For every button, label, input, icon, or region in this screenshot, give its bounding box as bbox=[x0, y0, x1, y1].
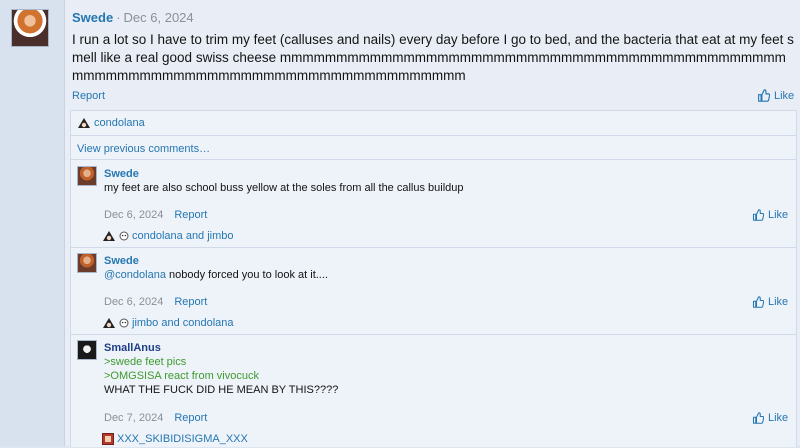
greentext-line: >OMGSISA react from vivocuck bbox=[104, 370, 259, 382]
report-link[interactable]: Report bbox=[174, 412, 207, 424]
report-link[interactable]: Report bbox=[174, 296, 207, 308]
comment-author[interactable]: SmallAnus bbox=[104, 342, 161, 354]
reaction-avatar-icon bbox=[119, 230, 129, 242]
comment-text: my feet are also school buss yellow at t… bbox=[104, 182, 464, 194]
like-label: Like bbox=[768, 209, 789, 221]
thumbs-up-icon bbox=[752, 296, 764, 308]
post: Swede · Dec 6, 2024 I run a lot so I have … bbox=[0, 0, 800, 447]
mention-link[interactable]: @condolana bbox=[104, 269, 166, 281]
reaction-avatar-icon bbox=[102, 230, 116, 242]
likes-summary[interactable]: condolana bbox=[77, 117, 145, 129]
reaction-avatar-icon bbox=[119, 317, 129, 329]
likers-text[interactable]: XXX_SKIBIDISIGMA_XXX bbox=[117, 433, 248, 445]
reaction-avatar-icon bbox=[77, 117, 91, 129]
like-button[interactable]: Like bbox=[752, 209, 788, 221]
like-button[interactable]: Like bbox=[757, 89, 794, 102]
comment-text-body: nobody forced you to look at it.... bbox=[165, 269, 328, 281]
view-previous-comments-link[interactable]: View previous comments… bbox=[77, 143, 210, 155]
post-sidebar bbox=[0, 0, 65, 446]
reaction-avatar-icon bbox=[102, 317, 116, 329]
post-body: I run a lot so I have to trim my feet (c… bbox=[72, 32, 794, 83]
avatar[interactable] bbox=[77, 166, 97, 186]
likes-summary[interactable]: condolana and jimbo bbox=[102, 230, 234, 242]
like-label: Like bbox=[774, 89, 795, 102]
post-header: Swede · Dec 6, 2024 bbox=[72, 10, 194, 25]
comment-author[interactable]: Swede bbox=[104, 168, 139, 180]
comment-date[interactable]: Dec 7, 2024 bbox=[104, 412, 163, 424]
comment-date[interactable]: Dec 6, 2024 bbox=[104, 296, 163, 308]
thumbs-up-icon bbox=[758, 89, 770, 102]
separator-dot: · bbox=[116, 10, 121, 25]
post-main: Swede · Dec 6, 2024 I run a lot so I have … bbox=[65, 0, 800, 447]
report-link[interactable]: Report bbox=[174, 209, 207, 221]
comments-section: condolana View previous comments… Swede … bbox=[70, 110, 797, 447]
comment-text: @condolana nobody forced you to look at … bbox=[104, 269, 328, 281]
comment-meta: Dec 7, 2024 Report bbox=[104, 412, 207, 424]
comment-meta: Dec 6, 2024 Report bbox=[104, 209, 207, 221]
comment-author[interactable]: Swede bbox=[104, 255, 139, 267]
reaction-avatar-icon bbox=[102, 433, 114, 445]
likes-summary[interactable]: XXX_SKIBIDISIGMA_XXX bbox=[102, 433, 248, 445]
divider bbox=[71, 135, 796, 136]
thumbs-up-icon bbox=[752, 412, 764, 424]
avatar[interactable] bbox=[77, 253, 97, 273]
post-author[interactable]: Swede bbox=[72, 10, 113, 25]
divider bbox=[71, 159, 796, 160]
likers-text[interactable]: condolana bbox=[94, 117, 145, 129]
like-button[interactable]: Like bbox=[752, 412, 788, 424]
post-date[interactable]: Dec 6, 2024 bbox=[124, 10, 194, 25]
likers-text[interactable]: jimbo and condolana bbox=[132, 317, 234, 329]
like-label: Like bbox=[768, 296, 789, 308]
comment-meta: Dec 6, 2024 Report bbox=[104, 296, 207, 308]
avatar[interactable] bbox=[11, 9, 49, 47]
comment-text: WHAT THE FUCK DID HE MEAN BY THIS???? bbox=[104, 384, 339, 396]
divider bbox=[71, 247, 796, 248]
likers-text[interactable]: condolana and jimbo bbox=[132, 230, 234, 242]
likes-summary[interactable]: jimbo and condolana bbox=[102, 317, 234, 329]
thumbs-up-icon bbox=[752, 209, 764, 221]
like-button[interactable]: Like bbox=[752, 296, 788, 308]
comment-date[interactable]: Dec 6, 2024 bbox=[104, 209, 163, 221]
report-link[interactable]: Report bbox=[72, 90, 105, 102]
avatar[interactable] bbox=[77, 340, 97, 360]
like-label: Like bbox=[768, 412, 789, 424]
divider bbox=[71, 334, 796, 335]
greentext-line: >swede feet pics bbox=[104, 356, 187, 368]
